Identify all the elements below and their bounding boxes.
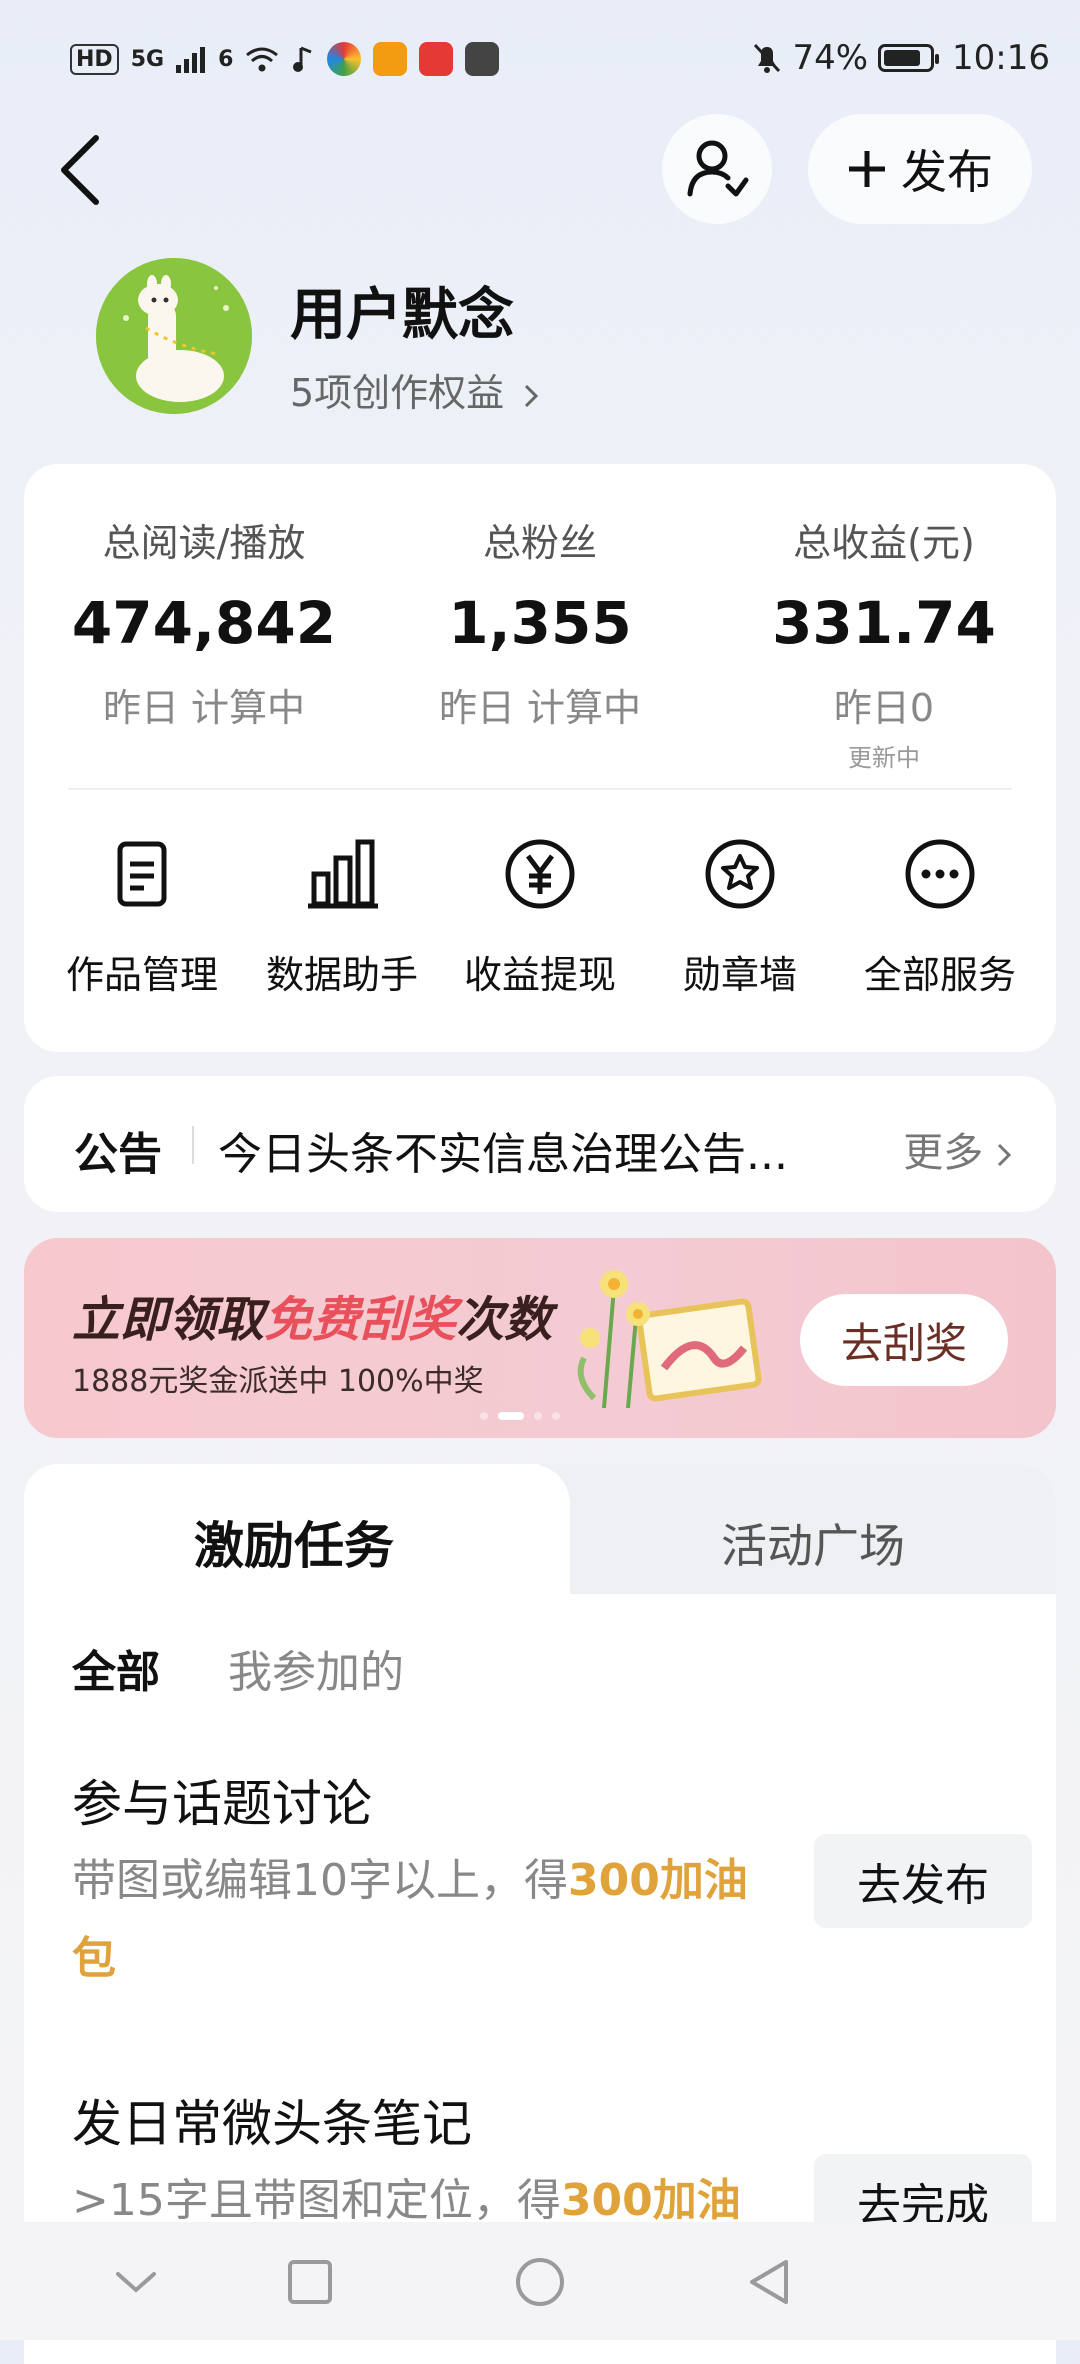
stat-value: 331.74 bbox=[772, 589, 996, 657]
battery-percent: 74% bbox=[792, 38, 869, 78]
task-desc: 带图或编辑10字以上，得300加油包 bbox=[72, 1842, 772, 1998]
app-icon-red bbox=[419, 42, 454, 76]
publish-label: 发布 bbox=[901, 145, 993, 199]
go-publish-button[interactable]: 去发布 bbox=[814, 1834, 1032, 1928]
notice-title: 公告 bbox=[74, 1129, 162, 1180]
yuan-icon bbox=[505, 839, 575, 909]
document-icon bbox=[117, 841, 167, 907]
chevron-right-icon bbox=[525, 384, 539, 407]
notice-more-link[interactable]: 更多 bbox=[903, 1120, 1012, 1178]
hd-indicator: HD bbox=[70, 43, 119, 75]
scratch-button[interactable]: 去刮奖 bbox=[800, 1294, 1008, 1386]
stat-updating: 更新中 bbox=[848, 744, 920, 772]
creator-rights-label: 5项创作权益 bbox=[290, 371, 505, 415]
publish-button[interactable]: 发布 bbox=[808, 114, 1032, 224]
tab-incentive-tasks[interactable]: 激励任务 bbox=[24, 1506, 564, 1578]
tab-activity-square[interactable]: 活动广场 bbox=[570, 1510, 1056, 1576]
stat-sub: 昨日0 bbox=[833, 686, 935, 730]
service-label: 作品管理 bbox=[65, 953, 218, 997]
notice-divider bbox=[192, 1126, 194, 1164]
service-income-withdraw[interactable]: 收益提现 bbox=[440, 834, 640, 999]
stat-value: 1,355 bbox=[448, 589, 632, 657]
stat-sub: 昨日 计算中 bbox=[438, 686, 642, 730]
square-icon[interactable] bbox=[280, 2252, 340, 2312]
task-reward: 300加油 bbox=[560, 2175, 741, 2226]
app-icon-orange bbox=[373, 42, 408, 76]
chevron-left-icon bbox=[61, 135, 99, 205]
avatar[interactable] bbox=[96, 258, 252, 414]
scratch-prize-banner[interactable]: 立即领取免费刮奖次数 1888元奖金派送中 100%中奖 去刮奖 bbox=[24, 1238, 1056, 1438]
filter-all[interactable]: 全部 bbox=[72, 1636, 160, 1700]
service-works-manage[interactable]: 作品管理 bbox=[42, 834, 242, 999]
service-label: 收益提现 bbox=[463, 953, 616, 997]
creator-rights-link[interactable]: 5项创作权益 bbox=[290, 362, 540, 417]
task-item: 参与话题讨论 带图或编辑10字以上，得300加油包 去发布 bbox=[72, 1764, 1032, 1998]
stat-label: 总粉丝 bbox=[482, 521, 597, 565]
divider bbox=[68, 788, 1012, 790]
medal-icon bbox=[705, 839, 775, 909]
user-name: 用户默念 bbox=[290, 283, 514, 348]
task-title: 发日常微头条笔记 bbox=[72, 2095, 472, 2153]
chevron-down-icon[interactable] bbox=[106, 2252, 166, 2312]
banner-title-b: 次数 bbox=[456, 1292, 553, 1348]
task-title: 参与话题讨论 bbox=[72, 1775, 372, 1833]
service-all-services[interactable]: 全部服务 bbox=[840, 834, 1040, 999]
clock: 10:16 bbox=[952, 38, 1050, 78]
stat-label: 总收益(元) bbox=[793, 521, 975, 565]
banner-subtitle: 1888元奖金派送中 100%中奖 bbox=[72, 1364, 484, 1399]
signal-5g: 5G bbox=[130, 46, 165, 72]
stat-label: 总阅读/播放 bbox=[102, 521, 306, 565]
battery-icon bbox=[878, 44, 940, 72]
banner-title-a: 立即领取 bbox=[72, 1292, 265, 1348]
stat-sub: 昨日 计算中 bbox=[102, 686, 306, 730]
mute-bell-icon bbox=[754, 43, 781, 73]
service-label: 数据助手 bbox=[265, 953, 418, 997]
task-desc-text: >15字且带图和定位，得 bbox=[72, 2175, 561, 2226]
more-icon bbox=[905, 839, 975, 909]
stat-total-reads[interactable]: 总阅读/播放 474,842 昨日 计算中 bbox=[44, 512, 364, 732]
signal-6: 6 bbox=[218, 46, 234, 72]
task-desc-text: 带图或编辑10字以上，得 bbox=[72, 1855, 568, 1906]
service-label: 全部服务 bbox=[863, 953, 1016, 997]
task-item: 发日常微头条笔记 >15字且带图和定位，得300加油 去完成 bbox=[72, 2084, 1032, 2248]
signal-bars-icon bbox=[176, 47, 206, 73]
filter-joined[interactable]: 我参加的 bbox=[228, 1636, 404, 1700]
notice-more-label: 更多 bbox=[903, 1130, 984, 1176]
chevron-right-icon bbox=[997, 1143, 1012, 1167]
back-button[interactable] bbox=[52, 130, 112, 210]
notice-text[interactable]: 今日头条不实信息治理公告... bbox=[218, 1118, 858, 1182]
triangle-back-icon[interactable] bbox=[740, 2252, 800, 2312]
service-medal-wall[interactable]: 勋章墙 bbox=[640, 834, 840, 999]
service-data-assistant[interactable]: 数据助手 bbox=[242, 834, 442, 999]
follow-manage-button[interactable] bbox=[662, 114, 772, 224]
bar-chart-icon bbox=[308, 839, 378, 909]
status-bar: HD 5G 6 74% 10:16 bbox=[0, 0, 1080, 120]
alpaca-avatar-image bbox=[96, 258, 252, 414]
wifi-icon bbox=[246, 47, 279, 72]
carousel-dots bbox=[480, 1412, 560, 1420]
circle-icon[interactable] bbox=[510, 2252, 570, 2312]
system-nav-bar bbox=[0, 2222, 1080, 2340]
app-icon-colorful bbox=[327, 42, 362, 76]
user-check-icon bbox=[687, 140, 749, 197]
stat-value: 474,842 bbox=[71, 589, 337, 657]
stat-total-income[interactable]: 总收益(元) 331.74 昨日0 更新中 bbox=[724, 512, 1044, 773]
stat-total-fans[interactable]: 总粉丝 1,355 昨日 计算中 bbox=[380, 512, 700, 732]
music-note-icon bbox=[293, 46, 312, 72]
plus-icon bbox=[849, 151, 885, 187]
banner-title-highlight: 免费刮奖 bbox=[264, 1292, 457, 1348]
banner-title: 立即领取免费刮奖次数 bbox=[72, 1280, 552, 1350]
service-label: 勋章墙 bbox=[682, 953, 797, 997]
notice-bar[interactable]: 公告 今日头条不实信息治理公告... 更多 bbox=[24, 1076, 1056, 1212]
stats-card: 总阅读/播放 474,842 昨日 计算中 总粉丝 1,355 昨日 计算中 总… bbox=[24, 464, 1056, 1052]
flower-card-illustration bbox=[577, 1270, 762, 1409]
app-icon-dark bbox=[465, 42, 500, 76]
